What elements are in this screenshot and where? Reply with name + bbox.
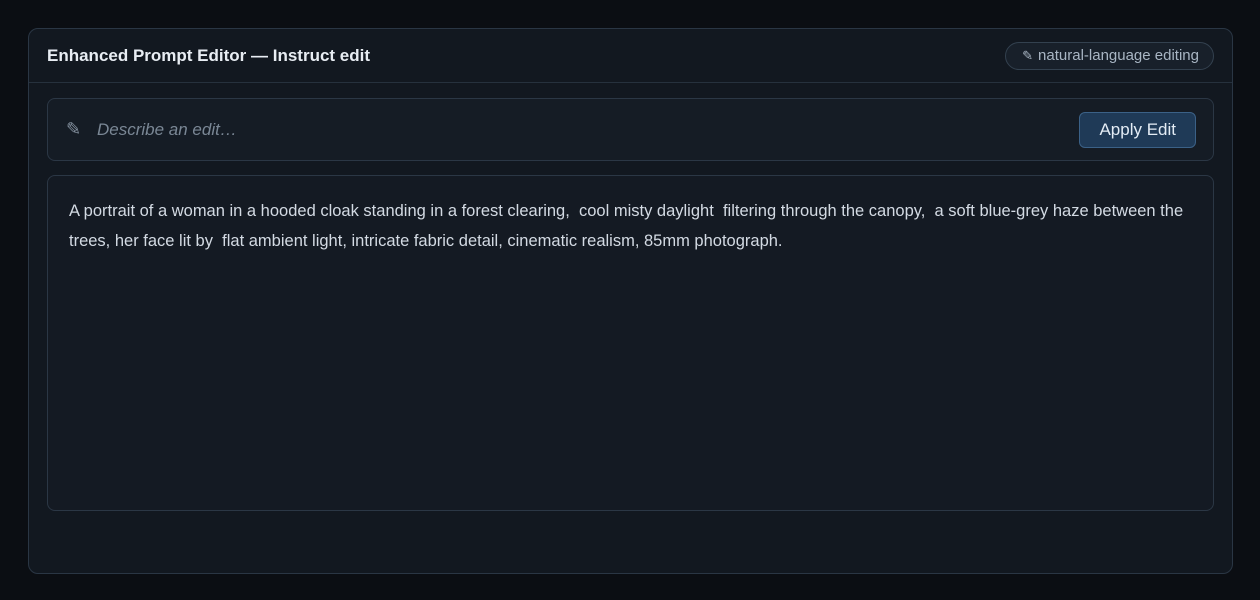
mode-badge-label: natural-language editing: [1038, 47, 1199, 64]
prompt-segment: , intricate fabric detail, cinematic rea…: [342, 232, 783, 250]
prompt-segment-highlight: flat ambient light: [217, 232, 343, 250]
prompt-text-area[interactable]: A portrait of a woman in a hooded cloak …: [47, 175, 1214, 511]
panel-title: Enhanced Prompt Editor — Instruct edit: [47, 45, 371, 65]
pencil-icon: ✎: [1022, 47, 1034, 63]
edit-instruction-input[interactable]: [97, 119, 1080, 140]
prompt-segment-highlight: cool misty daylight: [574, 202, 719, 220]
panel-header: Enhanced Prompt Editor — Instruct edit ✎…: [29, 29, 1232, 83]
prompt-segment: filtering through the canopy,: [718, 202, 930, 220]
prompt-editor-panel: Enhanced Prompt Editor — Instruct edit ✎…: [28, 28, 1233, 574]
pencil-icon: ✎: [66, 119, 82, 139]
prompt-segment: A portrait of a woman in a hooded cloak …: [69, 202, 575, 220]
mode-badge: ✎ natural-language editing: [1005, 41, 1214, 70]
instruct-bar: ✎ Apply Edit: [47, 98, 1214, 161]
apply-edit-button[interactable]: Apply Edit: [1079, 111, 1196, 148]
